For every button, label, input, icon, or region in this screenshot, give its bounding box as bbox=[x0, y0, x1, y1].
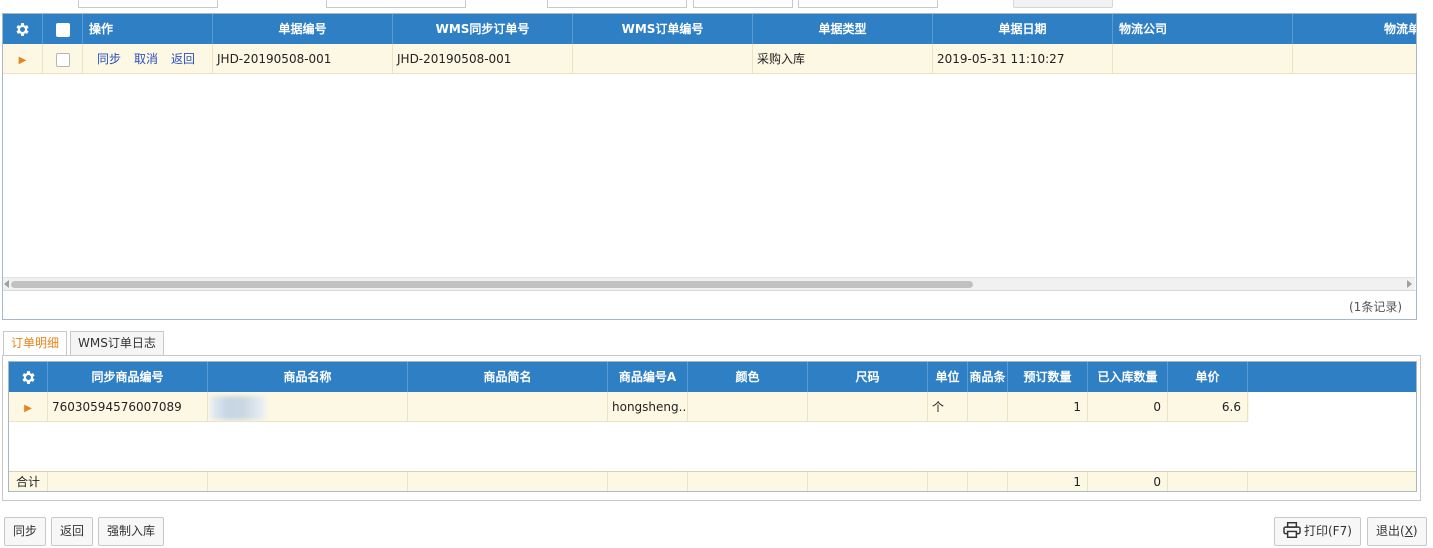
master-grid-header: 操作 单据编号 WMS同步订单号 WMS订单编号 单据类型 单据日期 物流公司 … bbox=[3, 14, 1416, 44]
tab-wms-order-log[interactable]: WMS订单日志 bbox=[70, 331, 164, 355]
cell-size bbox=[808, 392, 928, 422]
cell-product-name bbox=[208, 392, 408, 422]
summary-label: 合计 bbox=[9, 472, 48, 491]
printer-icon bbox=[1283, 522, 1301, 538]
print-label: 打印(F7) bbox=[1304, 524, 1352, 538]
select-all-checkbox[interactable] bbox=[55, 22, 70, 37]
cell-color bbox=[688, 392, 808, 422]
row-indicator: ▶ bbox=[9, 392, 48, 422]
row-pointer-icon: ▶ bbox=[24, 403, 32, 414]
col-tracking-no[interactable]: 物流单号 bbox=[1293, 14, 1416, 44]
filter-input-3[interactable] bbox=[547, 0, 687, 8]
col-sync-sku[interactable]: 同步商品编号 bbox=[48, 362, 208, 392]
cell-sku-a: hongsheng... bbox=[608, 392, 688, 422]
cell-doc-no: JHD-20190508-001 bbox=[213, 44, 393, 74]
summary-size bbox=[808, 472, 928, 491]
col-filler bbox=[1248, 362, 1416, 392]
cell-logistics-company bbox=[1113, 44, 1293, 74]
col-unit[interactable]: 单位 bbox=[928, 362, 968, 392]
cell-received-qty: 0 bbox=[1088, 392, 1168, 422]
column-settings[interactable] bbox=[3, 14, 43, 44]
col-barcode[interactable]: 商品条 bbox=[968, 362, 1008, 392]
sync-button[interactable]: 同步 bbox=[4, 517, 47, 546]
cell-short-name bbox=[408, 392, 608, 422]
scroll-left-icon[interactable] bbox=[4, 280, 9, 288]
cell-sync-sku: 76030594576007089 bbox=[48, 392, 208, 422]
cell-unit: 个 bbox=[928, 392, 968, 422]
filter-input-5[interactable] bbox=[798, 0, 938, 8]
gear-icon[interactable] bbox=[20, 369, 37, 386]
cell-barcode bbox=[968, 392, 1008, 422]
cell-tracking-no bbox=[1293, 44, 1416, 74]
select-all[interactable] bbox=[43, 14, 83, 44]
col-logistics-company[interactable]: 物流公司 bbox=[1113, 14, 1293, 44]
sync-link[interactable]: 同步 bbox=[97, 52, 121, 66]
col-sku-a[interactable]: 商品编号A bbox=[608, 362, 688, 392]
cell-wms-order-no bbox=[573, 44, 753, 74]
summary-price bbox=[1168, 472, 1248, 491]
gear-icon[interactable] bbox=[14, 21, 31, 38]
redacted-product-name bbox=[210, 395, 266, 420]
horizontal-scrollbar[interactable] bbox=[3, 277, 1415, 290]
col-wms-order-no[interactable]: WMS订单编号 bbox=[573, 14, 753, 44]
detail-grid-header: 同步商品编号 商品名称 商品简名 商品编号A 颜色 尺码 单位 商品条 预订数量… bbox=[9, 362, 1416, 392]
summary-color bbox=[688, 472, 808, 491]
summary-sku-a bbox=[608, 472, 688, 491]
return-link[interactable]: 返回 bbox=[171, 52, 195, 66]
summary-unit bbox=[928, 472, 968, 491]
back-button[interactable]: 返回 bbox=[51, 517, 94, 546]
col-actions: 操作 bbox=[83, 14, 213, 44]
row-pointer-icon: ▶ bbox=[18, 55, 27, 66]
summary-barcode bbox=[968, 472, 1008, 491]
col-product-name[interactable]: 商品名称 bbox=[208, 362, 408, 392]
col-ordered-qty[interactable]: 预订数量 bbox=[1008, 362, 1088, 392]
row-select[interactable] bbox=[43, 44, 83, 74]
summary-received-qty: 0 bbox=[1088, 472, 1168, 491]
cell-wms-sync-no: JHD-20190508-001 bbox=[393, 44, 573, 74]
detail-column-settings[interactable] bbox=[9, 362, 48, 392]
col-doc-type[interactable]: 单据类型 bbox=[753, 14, 933, 44]
col-doc-date[interactable]: 单据日期 bbox=[933, 14, 1113, 44]
cancel-link[interactable]: 取消 bbox=[134, 52, 158, 66]
tab-order-details[interactable]: 订单明细 bbox=[3, 331, 68, 356]
col-doc-no[interactable]: 单据编号 bbox=[213, 14, 393, 44]
summary-sync-sku bbox=[48, 472, 208, 491]
detail-grid: 同步商品编号 商品名称 商品简名 商品编号A 颜色 尺码 单位 商品条 预订数量… bbox=[8, 361, 1417, 492]
exit-button[interactable]: 退出(X) bbox=[1367, 517, 1427, 546]
filter-input-2[interactable] bbox=[326, 0, 466, 8]
print-button[interactable]: 打印(F7) bbox=[1274, 517, 1361, 546]
record-count: (1条记录) bbox=[1349, 300, 1402, 314]
filter-input-1[interactable] bbox=[78, 0, 218, 8]
scroll-right-icon[interactable] bbox=[1407, 280, 1412, 288]
cell-doc-date: 2019-05-31 11:10:27 bbox=[933, 44, 1113, 74]
row-indicator: ▶ bbox=[3, 44, 43, 74]
row-actions: 同步 取消 返回 bbox=[83, 44, 213, 74]
col-wms-sync-no[interactable]: WMS同步订单号 bbox=[393, 14, 573, 44]
summary-short-name bbox=[408, 472, 608, 491]
col-short-name[interactable]: 商品简名 bbox=[408, 362, 608, 392]
cell-price: 6.6 bbox=[1168, 392, 1248, 422]
summary-ordered-qty: 1 bbox=[1008, 472, 1088, 491]
summary-filler bbox=[1248, 472, 1416, 491]
filter-search-button[interactable] bbox=[1013, 0, 1113, 8]
summary-product-name bbox=[208, 472, 408, 491]
cell-ordered-qty: 1 bbox=[1008, 392, 1088, 422]
cell-doc-type: 采购入库 bbox=[753, 44, 933, 74]
col-received-qty[interactable]: 已入库数量 bbox=[1088, 362, 1168, 392]
force-stock-in-button[interactable]: 强制入库 bbox=[98, 517, 165, 546]
table-row[interactable]: ▶ 76030594576007089 hongsheng... 个 1 0 6… bbox=[9, 392, 1249, 422]
master-grid: 操作 单据编号 WMS同步订单号 WMS订单编号 单据类型 单据日期 物流公司 … bbox=[2, 13, 1417, 320]
row-checkbox[interactable] bbox=[55, 52, 70, 67]
summary-row: 合计 1 0 bbox=[9, 471, 1416, 491]
col-price[interactable]: 单价 bbox=[1168, 362, 1248, 392]
col-color[interactable]: 颜色 bbox=[688, 362, 808, 392]
filter-input-4[interactable] bbox=[693, 0, 793, 8]
scrollbar-thumb[interactable] bbox=[11, 281, 973, 288]
table-row[interactable]: ▶ 同步 取消 返回 JHD-20190508-001 JHD-20190508-0… bbox=[3, 44, 1416, 74]
col-size[interactable]: 尺码 bbox=[808, 362, 928, 392]
